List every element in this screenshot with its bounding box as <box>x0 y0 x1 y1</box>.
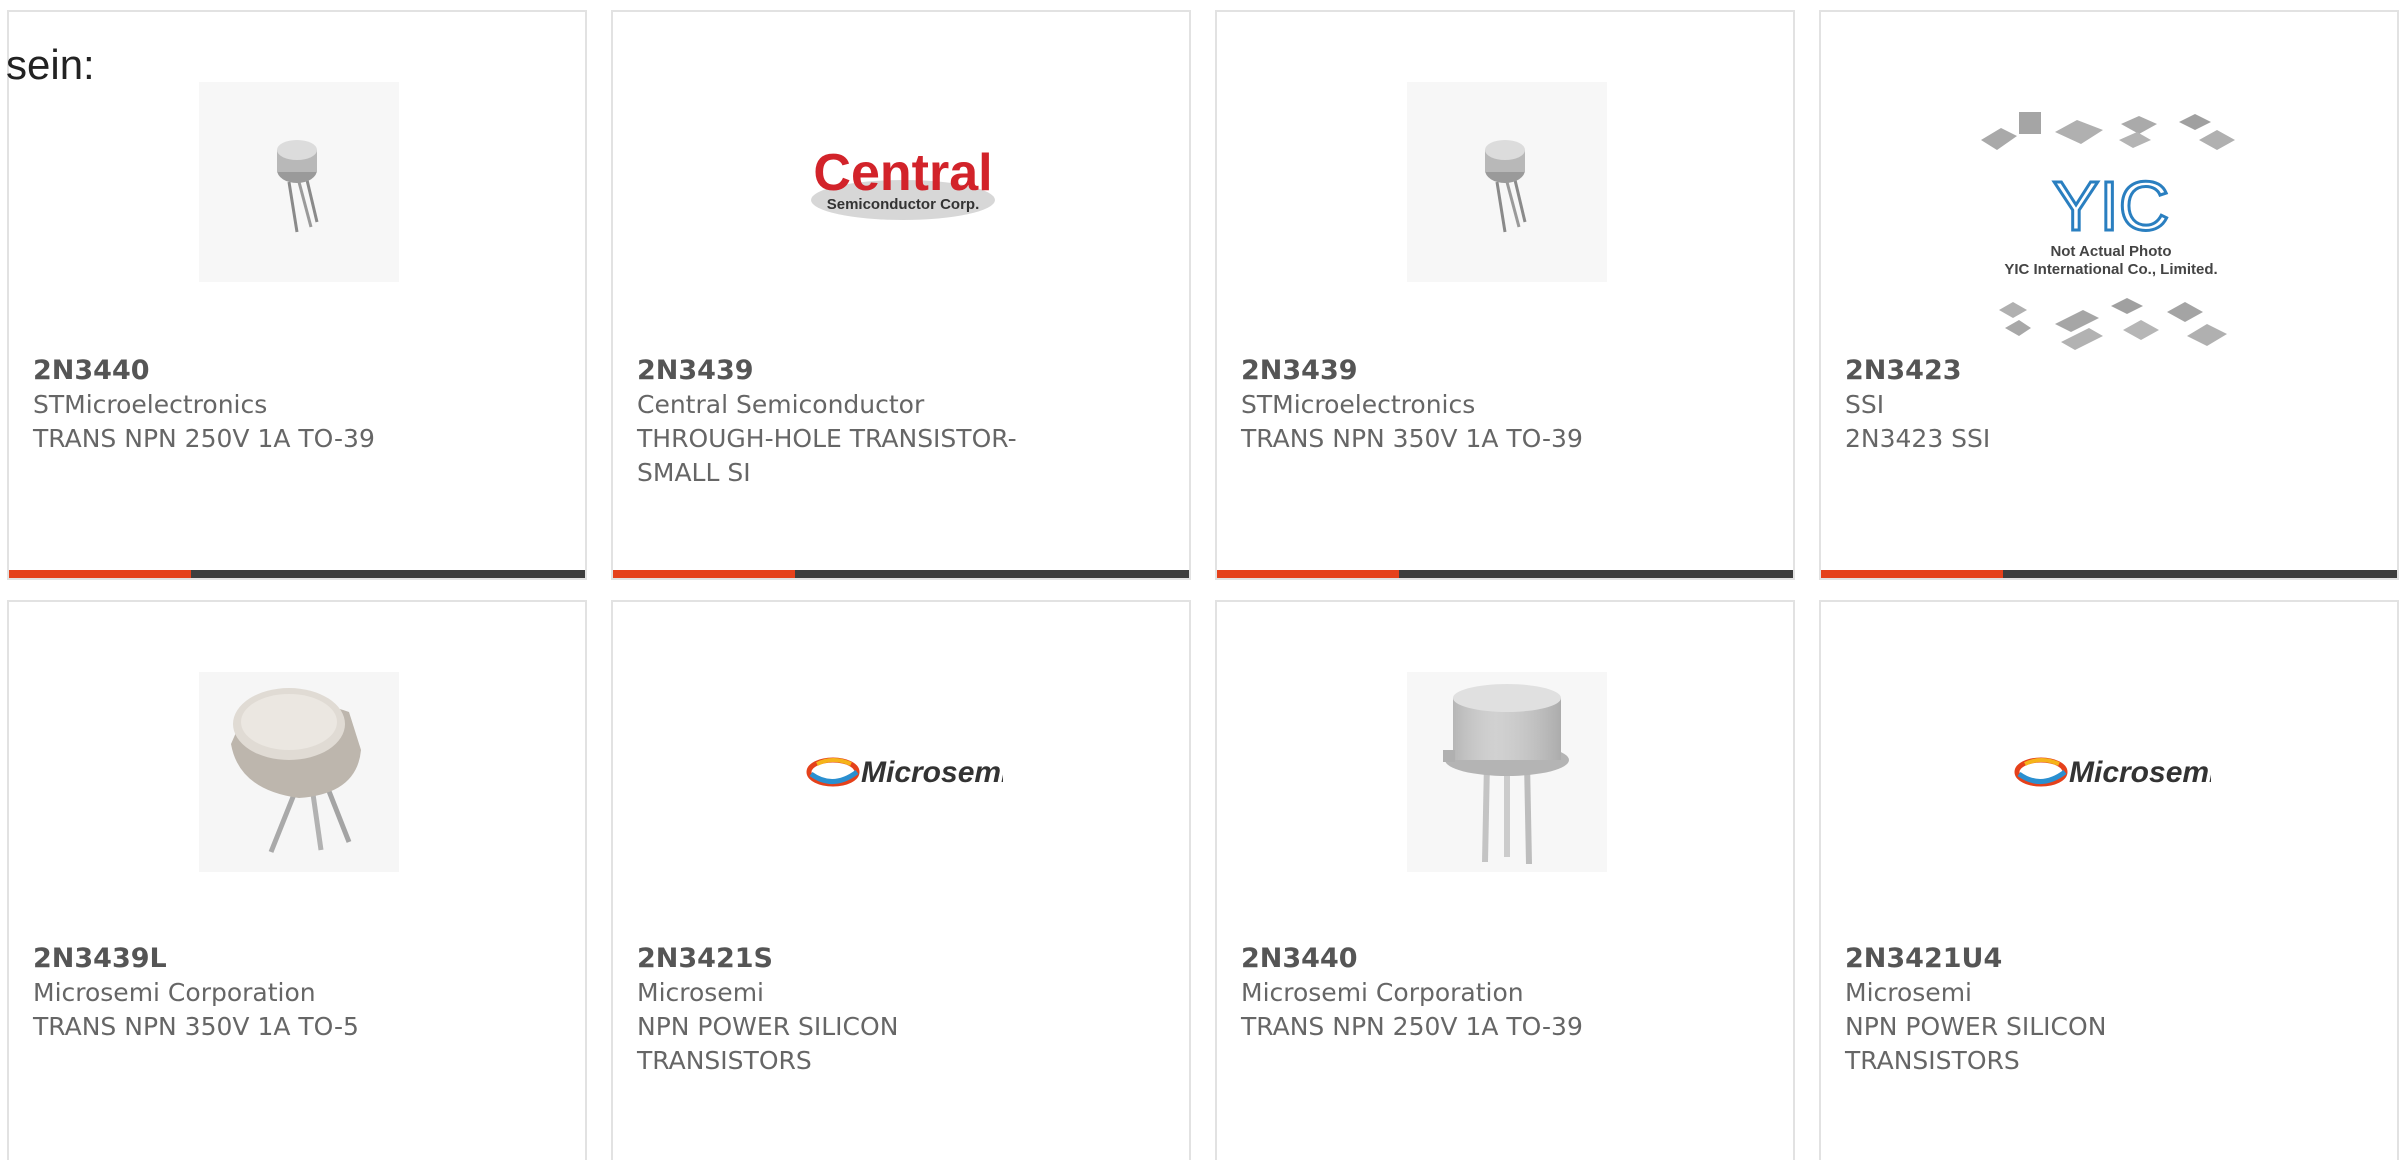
description: NPN POWER SILICON TRANSISTORS <box>637 1012 899 1075</box>
product-info: 2N3440 Microsemi Corporation TRANS NPN 2… <box>1241 942 1773 1044</box>
to5-transistor-image <box>199 672 399 872</box>
product-info: 2N3439 STMicroelectronics TRANS NPN 350V… <box>1241 354 1773 456</box>
description: 2N3423 SSI <box>1845 424 1991 453</box>
image-caption-line2: YIC International Co., Limited. <box>2004 261 2217 278</box>
product-image[interactable] <box>199 672 399 872</box>
product-card[interactable]: 2N3439L Microsemi Corporation TRANS NPN … <box>7 600 587 1160</box>
manufacturer: STMicroelectronics <box>33 390 268 419</box>
microsemi-logo-text: Microsemi <box>2069 756 2211 789</box>
yic-logo-text: YIC <box>2053 167 2170 245</box>
part-number[interactable]: 2N3439L <box>33 942 565 976</box>
product-card[interactable]: 2N3440 STMicroelectronics TRANS NPN 250V… <box>7 10 587 580</box>
product-image[interactable]: Microsemi <box>2011 672 2211 872</box>
description: THROUGH-HOLE TRANSISTOR-SMALL SI <box>637 424 1017 487</box>
description: TRANS NPN 250V 1A TO-39 <box>1241 1012 1583 1041</box>
manufacturer: Central Semiconductor <box>637 390 925 419</box>
part-number[interactable]: 2N3421U4 <box>1845 942 2377 976</box>
product-image[interactable] <box>1407 82 1607 282</box>
microsemi-logo-text: Microsemi <box>861 756 1003 789</box>
product-info: 2N3421U4 Microsemi NPN POWER SILICON TRA… <box>1845 942 2377 1078</box>
product-card[interactable]: Microsemi 2N3421U4 Microsemi NPN POWER S… <box>1819 600 2399 1160</box>
part-number[interactable]: 2N3440 <box>1241 942 1773 976</box>
product-card[interactable]: 2N3439 STMicroelectronics TRANS NPN 350V… <box>1215 10 1795 580</box>
to39-transistor-image <box>1407 82 1607 282</box>
product-image[interactable]: Microsemi <box>803 672 1003 872</box>
manufacturer: Microsemi Corporation <box>1241 978 1524 1007</box>
part-number[interactable]: 2N3440 <box>33 354 565 388</box>
product-card[interactable]: Central Semiconductor Corp. 2N3439 Centr… <box>611 10 1191 580</box>
description: TRANS NPN 350V 1A TO-39 <box>1241 424 1583 453</box>
microsemi-logo-image: Microsemi <box>806 756 1003 789</box>
product-info: 2N3423 SSI 2N3423 SSI <box>1845 354 2377 456</box>
part-number[interactable]: 2N3421S <box>637 942 1169 976</box>
part-number[interactable]: 2N3439 <box>637 354 1169 388</box>
description: NPN POWER SILICON TRANSISTORS <box>1845 1012 2107 1075</box>
product-card[interactable]: 2N3440 Microsemi Corporation TRANS NPN 2… <box>1215 600 1795 1160</box>
product-card[interactable]: Microsemi 2N3421S Microsemi NPN POWER SI… <box>611 600 1191 1160</box>
card-accent-bar <box>1217 570 1793 578</box>
product-card[interactable]: YIC Not Actual Photo YIC International C… <box>1819 10 2399 580</box>
central-logo-text: Central <box>813 144 992 202</box>
manufacturer: Microsemi <box>1845 978 1972 1007</box>
central-logo-image: Central Semiconductor Corp. <box>811 144 995 220</box>
to39-transistor-image <box>199 82 399 282</box>
manufacturer: Microsemi <box>637 978 764 1007</box>
to39-large-transistor-image <box>1407 672 1607 872</box>
central-logo-subtext: Semiconductor Corp. <box>827 196 980 213</box>
card-accent-bar <box>9 570 585 578</box>
product-info: 2N3439 Central Semiconductor THROUGH-HOL… <box>637 354 1169 490</box>
product-info: 2N3421S Microsemi NPN POWER SILICON TRAN… <box>637 942 1169 1078</box>
part-number[interactable]: 2N3423 <box>1845 354 2377 388</box>
manufacturer: SSI <box>1845 390 1885 419</box>
product-image[interactable] <box>199 82 399 282</box>
microsemi-logo-image: Microsemi <box>2014 756 2211 789</box>
description: TRANS NPN 350V 1A TO-5 <box>33 1012 359 1041</box>
product-image[interactable] <box>1407 672 1607 872</box>
product-image[interactable]: YIC Not Actual Photo YIC International C… <box>1971 92 2251 352</box>
card-accent-bar <box>1821 570 2397 578</box>
product-image[interactable]: Central Semiconductor Corp. <box>803 82 1003 282</box>
description: TRANS NPN 250V 1A TO-39 <box>33 424 375 453</box>
product-info: 2N3439L Microsemi Corporation TRANS NPN … <box>33 942 565 1044</box>
manufacturer: Microsemi Corporation <box>33 978 316 1007</box>
intro-text: sein: <box>6 41 95 88</box>
image-caption-line1: Not Actual Photo <box>2050 243 2171 260</box>
card-accent-bar <box>613 570 1189 578</box>
manufacturer: STMicroelectronics <box>1241 390 1476 419</box>
yic-placeholder-image: YIC Not Actual Photo YIC International C… <box>1981 112 2235 350</box>
product-info: 2N3440 STMicroelectronics TRANS NPN 250V… <box>33 354 565 456</box>
part-number[interactable]: 2N3439 <box>1241 354 1773 388</box>
